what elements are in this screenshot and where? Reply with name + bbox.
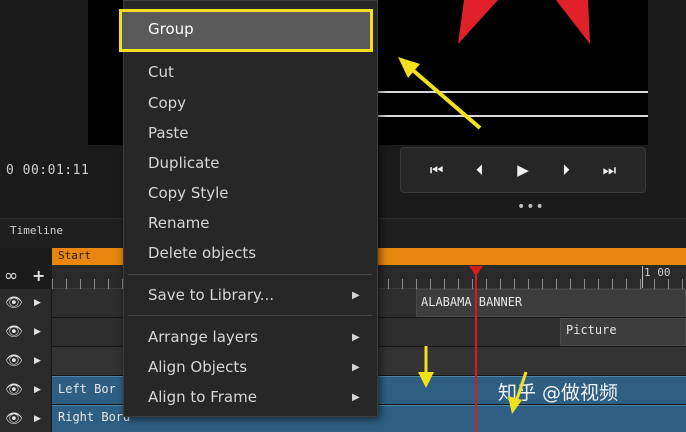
submenu-arrow-icon: ▶ bbox=[352, 362, 360, 373]
menu-item-save-to-library[interactable]: Save to Library... bbox=[148, 286, 274, 304]
menu-item-paste[interactable]: Paste bbox=[148, 124, 189, 142]
menu-separator bbox=[128, 274, 372, 275]
menu-item-align-objects[interactable]: Align Objects bbox=[148, 358, 247, 376]
menu-separator bbox=[128, 315, 372, 316]
submenu-arrow-icon: ▶ bbox=[352, 332, 360, 343]
menu-item-copy[interactable]: Copy bbox=[148, 94, 186, 112]
menu-item-delete-objects[interactable]: Delete objects bbox=[148, 244, 256, 262]
annotation-arrowhead bbox=[418, 372, 434, 388]
annotation-arrow-down bbox=[514, 371, 528, 403]
menu-item-group-label: Group bbox=[148, 20, 194, 38]
menu-item-duplicate[interactable]: Duplicate bbox=[148, 154, 219, 172]
annotation-arrow-group bbox=[406, 64, 482, 130]
submenu-arrow-icon: ▶ bbox=[352, 392, 360, 403]
menu-item-cut[interactable]: Cut bbox=[148, 63, 174, 81]
menu-item-rename[interactable]: Rename bbox=[148, 214, 210, 232]
menu-item-copy-style[interactable]: Copy Style bbox=[148, 184, 229, 202]
menu-item-align-to-frame[interactable]: Align to Frame bbox=[148, 388, 257, 406]
submenu-arrow-icon: ▶ bbox=[352, 290, 360, 301]
annotation-arrowhead bbox=[508, 396, 522, 414]
menu-item-arrange-layers[interactable]: Arrange layers bbox=[148, 328, 258, 346]
